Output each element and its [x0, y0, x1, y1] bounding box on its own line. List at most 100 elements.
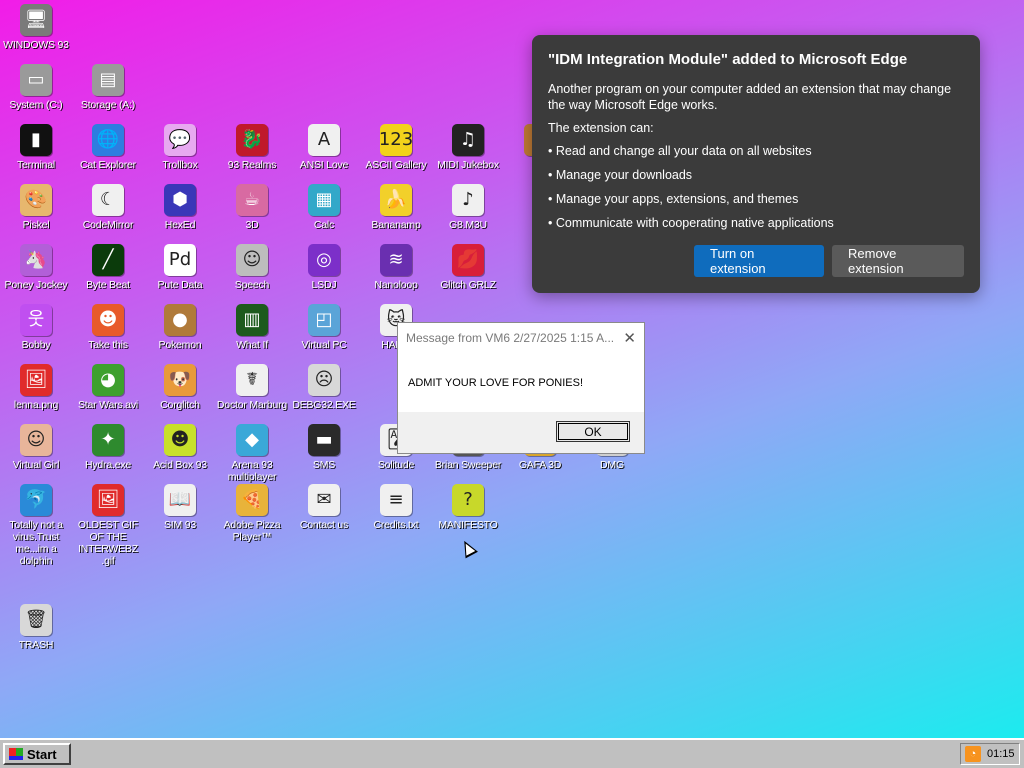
desktop-icon-label: Pute Data	[157, 279, 203, 291]
desktop-icon[interactable]: ◕ Star Wars.avi	[72, 364, 144, 411]
letter-a-icon: A	[308, 124, 340, 156]
desktop-icon[interactable]: ≋ Nanoloop	[360, 244, 432, 291]
calculator-icon: ▦	[308, 184, 340, 216]
desktop-icon[interactable]: 🖼 OLDEST GIF OF THE INTERWEBZ .gif	[72, 484, 144, 567]
desktop-icon[interactable]: 🐶 Corglitch	[144, 364, 216, 411]
nanoloop-icon: ≋	[380, 244, 412, 276]
desktop-icon[interactable]: ▤ Storage (A:)	[72, 64, 144, 111]
desktop-icon[interactable]: ☻ Acid Box 93	[144, 424, 216, 471]
desktop-icon[interactable]: ▮ Terminal	[0, 124, 72, 171]
hydra-icon: ✦	[92, 424, 124, 456]
rss-icon[interactable]: ◔	[965, 746, 981, 762]
desktop-icon[interactable]: 웃 Bobby	[0, 304, 72, 351]
desktop-icon[interactable]: A ANSI Love	[288, 124, 360, 171]
desktop-icon[interactable]: ☺ Virtual Girl	[0, 424, 72, 471]
desktop-icon-label: Nanoloop	[374, 279, 418, 291]
computer-icon: 🖥	[20, 4, 52, 36]
desktop-icon[interactable]: ♫ MIDI Jukebox	[432, 124, 504, 171]
desktop-icon-label: Virtual PC	[301, 339, 347, 351]
desktop-icon[interactable]: ╱ Byte Beat	[72, 244, 144, 291]
desktop-icon[interactable]: ☺ Speech	[216, 244, 288, 291]
desktop-icon-label: Credits.txt	[373, 519, 419, 531]
desktop-icon[interactable]: ✉ Contact us	[288, 484, 360, 531]
desktop-icon[interactable]: ♪ G8.M3U	[432, 184, 504, 231]
desktop-icon[interactable]: 🍕 Adobe Pizza Player™	[216, 484, 288, 543]
permission-list: Read and change all your data on all web…	[548, 143, 964, 231]
desktop-icon[interactable]: ? MANIFESTO	[432, 484, 504, 531]
desktop-icon[interactable]: 💬 Trollbox	[144, 124, 216, 171]
desktop-icon[interactable]: ◰ Virtual PC	[288, 304, 360, 351]
turn-on-extension-button[interactable]: Turn on extension	[694, 245, 824, 277]
cube-3d-icon: ◆	[236, 424, 268, 456]
desktop-icon-label: 93 Realms	[227, 159, 277, 171]
desktop-icon-label: Acid Box 93	[153, 459, 207, 471]
window-icon: ◰	[308, 304, 340, 336]
desktop-icon[interactable]: ☾ CodeMirror	[72, 184, 144, 231]
desktop-icon-label: SIM 93	[163, 519, 197, 531]
permission-item: Read and change all your data on all web…	[548, 143, 964, 159]
codemirror-icon: ☾	[92, 184, 124, 216]
desktop-icon[interactable]: 🐉 93 Realms	[216, 124, 288, 171]
dialog-titlebar[interactable]: Message from VM6 2/27/2025 1:15 A... ✕	[398, 323, 644, 353]
lsdj-icon: ◎	[308, 244, 340, 276]
monitor-face-icon: ☹	[308, 364, 340, 396]
desktop-icon[interactable]: 🖼 lenna.png	[0, 364, 72, 411]
lips-icon: 💋	[452, 244, 484, 276]
desktop-icon-label: Speech	[234, 279, 270, 291]
desktop-icon[interactable]: 🌐 Cat Explorer	[72, 124, 144, 171]
desktop-icon[interactable]: 💋 Glitch GRLZ	[432, 244, 504, 291]
desktop-icon[interactable]: ▭ System (C:)	[0, 64, 72, 111]
stick-figure-icon: 웃	[20, 304, 52, 336]
desktop-icon[interactable]: 📖 SIM 93	[144, 484, 216, 531]
desktop-icon-label: GAFA 3D	[518, 459, 562, 471]
desktop-icon[interactable]: ◆ Arena 93 multiplayer	[216, 424, 288, 483]
dolphin-icon: 🐬	[20, 484, 52, 516]
desktop-icon[interactable]: ☤ Doctor Marburg	[216, 364, 288, 411]
desktop-icon[interactable]: ☕ 3D	[216, 184, 288, 231]
desktop-icon[interactable]: ✦ Hydra.exe	[72, 424, 144, 471]
banana-icon: 🍌	[380, 184, 412, 216]
desktop-icon[interactable]: 🍌 Bananamp	[360, 184, 432, 231]
desktop-icon-label: Calc	[313, 219, 335, 231]
desktop-icon[interactable]: ▥ What If	[216, 304, 288, 351]
notification-title: "IDM Integration Module" added to Micros…	[548, 51, 908, 68]
desktop-icon-label: Byte Beat	[86, 279, 130, 291]
desktop-icon[interactable]: 🎨 Piskel	[0, 184, 72, 231]
desktop-icon-label: Doctor Marburg	[216, 399, 288, 411]
remove-extension-button[interactable]: Remove extension	[832, 245, 964, 277]
start-button[interactable]: Start	[3, 743, 71, 765]
desktop-icon[interactable]: 🖥 WINDOWS 93	[0, 4, 72, 51]
desktop-icon[interactable]: ⬢ HexEd	[144, 184, 216, 231]
desktop-icon[interactable]: 123 ASCII Gallery	[360, 124, 432, 171]
piano-icon: ♫	[452, 124, 484, 156]
desktop-icon[interactable]: ▬ SMS	[288, 424, 360, 471]
edge-extension-notification: "IDM Integration Module" added to Micros…	[532, 35, 980, 293]
teapot-icon: ☕	[236, 184, 268, 216]
desktop-icon[interactable]: ☹ DEBG32.EXE	[288, 364, 360, 411]
dialog-message: ADMIT YOUR LOVE FOR PONIES!	[398, 353, 644, 412]
bytebeat-icon: ╱	[92, 244, 124, 276]
desktop-icon[interactable]: 🦄 Poney Jockey	[0, 244, 72, 291]
permission-item: Manage your apps, extensions, and themes	[548, 191, 964, 207]
cat-globe-icon: 🌐	[92, 124, 124, 156]
desktop-icon[interactable]: ≡ Credits.txt	[360, 484, 432, 531]
desktop-icon-label: MIDI Jukebox	[437, 159, 499, 171]
desktop-icon[interactable]: 🗑 TRASH	[0, 604, 72, 651]
image-file-icon: 🖼	[20, 364, 52, 396]
desktop-icon[interactable]: ▦ Calc	[288, 184, 360, 231]
desktop-icon[interactable]: ☻ Take this	[72, 304, 144, 351]
desktop-icon[interactable]: ● Pokemon	[144, 304, 216, 351]
desktop-icon-label: MANIFESTO	[438, 519, 498, 531]
desktop-icon[interactable]: Pd Pute Data	[144, 244, 216, 291]
permission-item: Manage your downloads	[548, 167, 964, 183]
desktop-icon-label: HexEd	[164, 219, 196, 231]
floppy-drive-icon: ▤	[92, 64, 124, 96]
desktop-icon[interactable]: ◎ LSDJ	[288, 244, 360, 291]
desktop-icon-label: Star Wars.avi	[77, 399, 139, 411]
close-icon[interactable]: ✕	[623, 329, 636, 347]
desktop-icon-label: SMS	[312, 459, 336, 471]
pixel-guy-icon: ☻	[92, 304, 124, 336]
ok-button[interactable]: OK	[556, 421, 630, 442]
palette-icon: 🎨	[20, 184, 52, 216]
desktop-icon[interactable]: 🐬 Totally not a virus.Trust me...im a dol…	[0, 484, 72, 567]
